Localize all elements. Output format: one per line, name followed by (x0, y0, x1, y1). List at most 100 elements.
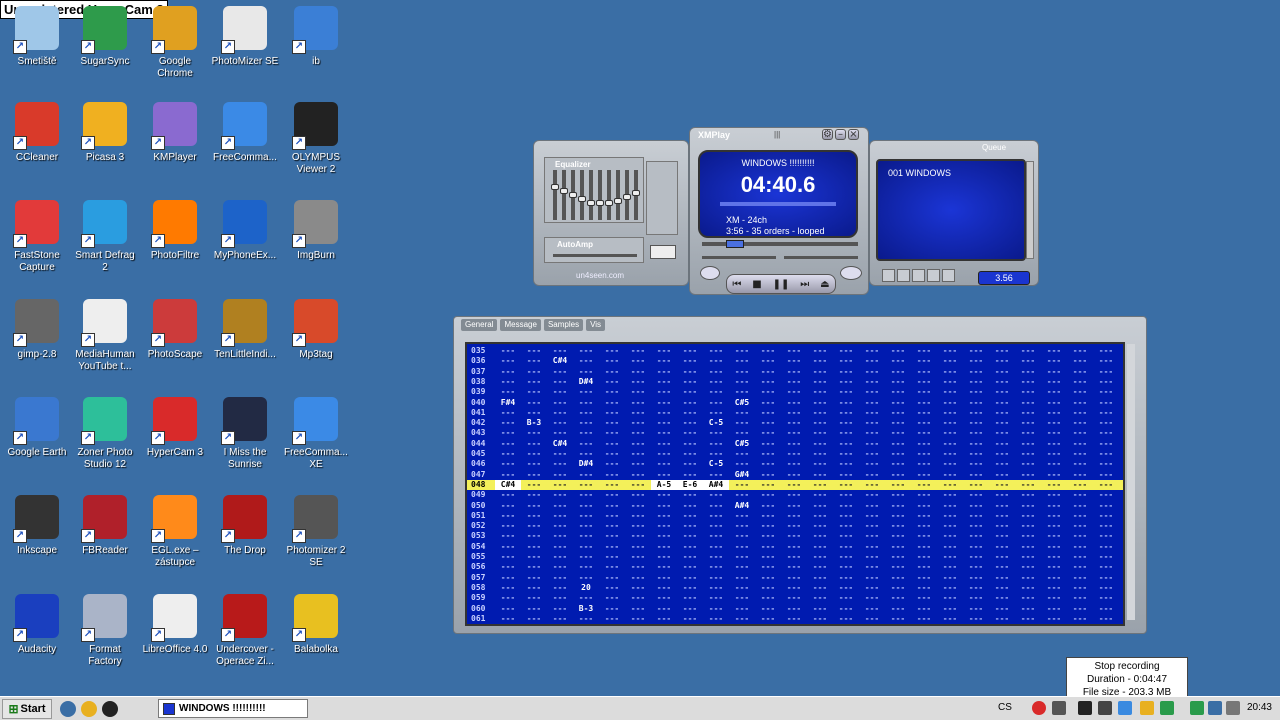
pattern-cell[interactable]: --- (781, 604, 807, 614)
desktop-icon[interactable]: ↗ Undercover - Operace Zi... (208, 594, 282, 668)
pattern-cell[interactable]: --- (859, 593, 885, 603)
pattern-row[interactable]: 038 --- --- --- D#4 --- --- --- --- --- --- --- --- -… (467, 377, 1123, 387)
pattern-cell[interactable]: --- (651, 542, 677, 552)
pattern-cell[interactable]: --- (885, 593, 911, 603)
pattern-cell[interactable]: --- (1015, 531, 1041, 541)
pattern-cell[interactable]: --- (1093, 521, 1119, 531)
pattern-cell[interactable]: --- (677, 531, 703, 541)
pattern-cell[interactable]: --- (599, 480, 625, 490)
pattern-cell[interactable]: --- (729, 449, 755, 459)
pattern-cell[interactable]: --- (729, 583, 755, 593)
pattern-cell[interactable]: --- (1093, 490, 1119, 500)
pattern-cell[interactable]: --- (729, 542, 755, 552)
pattern-cell[interactable]: --- (547, 593, 573, 603)
pattern-cell[interactable]: --- (911, 573, 937, 583)
pattern-cell[interactable]: F#4 (495, 398, 521, 408)
pattern-cell[interactable]: --- (963, 562, 989, 572)
pattern-cell[interactable]: --- (651, 428, 677, 438)
pattern-cell[interactable]: --- (521, 562, 547, 572)
desktop-icon[interactable]: ↗ Photomizer 2 SE (279, 495, 353, 569)
pattern-cell[interactable]: --- (703, 614, 729, 624)
pattern-cell[interactable]: --- (781, 614, 807, 624)
pattern-cell[interactable]: --- (547, 542, 573, 552)
pattern-cell[interactable]: --- (1041, 418, 1067, 428)
pattern-cell[interactable]: --- (1015, 459, 1041, 469)
pattern-cell[interactable]: --- (1093, 356, 1119, 366)
pattern-cell[interactable]: --- (937, 531, 963, 541)
pattern-cell[interactable]: B-3 (521, 418, 547, 428)
pattern-cell[interactable]: --- (755, 346, 781, 356)
pattern-scrollbar[interactable] (1127, 344, 1135, 620)
pattern-cell[interactable]: --- (547, 562, 573, 572)
pattern-cell[interactable]: --- (989, 614, 1015, 624)
pattern-cell[interactable]: --- (1015, 604, 1041, 614)
pattern-cell[interactable]: --- (495, 604, 521, 614)
pattern-cell[interactable]: --- (885, 356, 911, 366)
pattern-row[interactable]: 040 F#4 --- --- --- --- --- --- --- --- C#5 --- --- -… (467, 398, 1123, 408)
pattern-cell[interactable]: --- (885, 346, 911, 356)
pattern-cell[interactable]: --- (729, 614, 755, 624)
pattern-cell[interactable]: --- (833, 346, 859, 356)
pattern-cell[interactable]: --- (677, 573, 703, 583)
desktop-icon[interactable]: ↗ Audacity (0, 594, 74, 656)
pattern-cell[interactable]: --- (859, 511, 885, 521)
pattern-cell[interactable]: --- (729, 408, 755, 418)
pattern-cell[interactable]: --- (677, 593, 703, 603)
pattern-cell[interactable]: --- (625, 501, 651, 511)
pattern-cell[interactable]: --- (807, 583, 833, 593)
pattern-cell[interactable]: --- (703, 408, 729, 418)
pattern-cell[interactable]: --- (599, 521, 625, 531)
pattern-cell[interactable]: --- (1067, 604, 1093, 614)
pattern-cell[interactable]: --- (989, 573, 1015, 583)
pattern-cell[interactable]: --- (599, 501, 625, 511)
pattern-cell[interactable]: --- (651, 377, 677, 387)
pattern-cell[interactable]: --- (911, 398, 937, 408)
pattern-cell[interactable]: --- (807, 470, 833, 480)
pattern-cell[interactable]: --- (885, 377, 911, 387)
desktop-icon[interactable]: ↗ Mp3tag (279, 299, 353, 361)
pattern-cell[interactable]: --- (989, 583, 1015, 593)
pattern-cell[interactable]: --- (495, 387, 521, 397)
pattern-cell[interactable]: --- (547, 367, 573, 377)
pattern-cell[interactable]: --- (833, 614, 859, 624)
pattern-cell[interactable]: --- (989, 387, 1015, 397)
help-icon[interactable] (882, 269, 895, 282)
pattern-cell[interactable]: --- (1093, 501, 1119, 511)
pattern-row[interactable]: 060 --- --- --- B-3 --- --- --- --- --- --- --- --- -… (467, 604, 1123, 614)
pattern-cell[interactable]: --- (547, 583, 573, 593)
desktop-icon[interactable]: ↗ Picasa 3 (68, 102, 142, 164)
pattern-cell[interactable]: --- (911, 562, 937, 572)
pattern-cell[interactable]: --- (755, 552, 781, 562)
pattern-cell[interactable]: --- (755, 439, 781, 449)
pattern-cell[interactable]: --- (495, 614, 521, 624)
pattern-cell[interactable]: --- (833, 387, 859, 397)
pattern-cell[interactable]: G#4 (729, 470, 755, 480)
pattern-cell[interactable]: --- (1015, 470, 1041, 480)
pattern-cell[interactable]: --- (521, 521, 547, 531)
desktop-icon[interactable]: ↗ Zoner Photo Studio 12 (68, 397, 142, 471)
pattern-cell[interactable]: --- (651, 418, 677, 428)
pattern-cell[interactable]: --- (755, 562, 781, 572)
pattern-cell[interactable]: --- (963, 449, 989, 459)
pattern-cell[interactable]: --- (625, 459, 651, 469)
pattern-cell[interactable]: --- (807, 428, 833, 438)
pattern-cell[interactable]: --- (781, 377, 807, 387)
pattern-cell[interactable]: --- (651, 562, 677, 572)
pattern-cell[interactable]: --- (547, 449, 573, 459)
pattern-cell[interactable]: --- (911, 387, 937, 397)
pattern-cell[interactable]: --- (495, 449, 521, 459)
pattern-cell[interactable]: --- (521, 408, 547, 418)
settings-icon[interactable]: ⚙ (822, 129, 833, 140)
pattern-cell[interactable]: --- (885, 428, 911, 438)
pattern-cell[interactable]: --- (937, 459, 963, 469)
previous-icon[interactable]: ⏮ (732, 279, 741, 290)
pattern-cell[interactable]: --- (781, 583, 807, 593)
pattern-cell[interactable]: --- (755, 367, 781, 377)
pattern-cell[interactable]: --- (1067, 439, 1093, 449)
pattern-cell[interactable]: --- (833, 542, 859, 552)
pattern-cell[interactable]: --- (989, 418, 1015, 428)
pattern-cell[interactable]: --- (755, 428, 781, 438)
pattern-cell[interactable]: --- (547, 346, 573, 356)
pattern-cell[interactable]: --- (755, 449, 781, 459)
pattern-cell[interactable]: --- (781, 521, 807, 531)
